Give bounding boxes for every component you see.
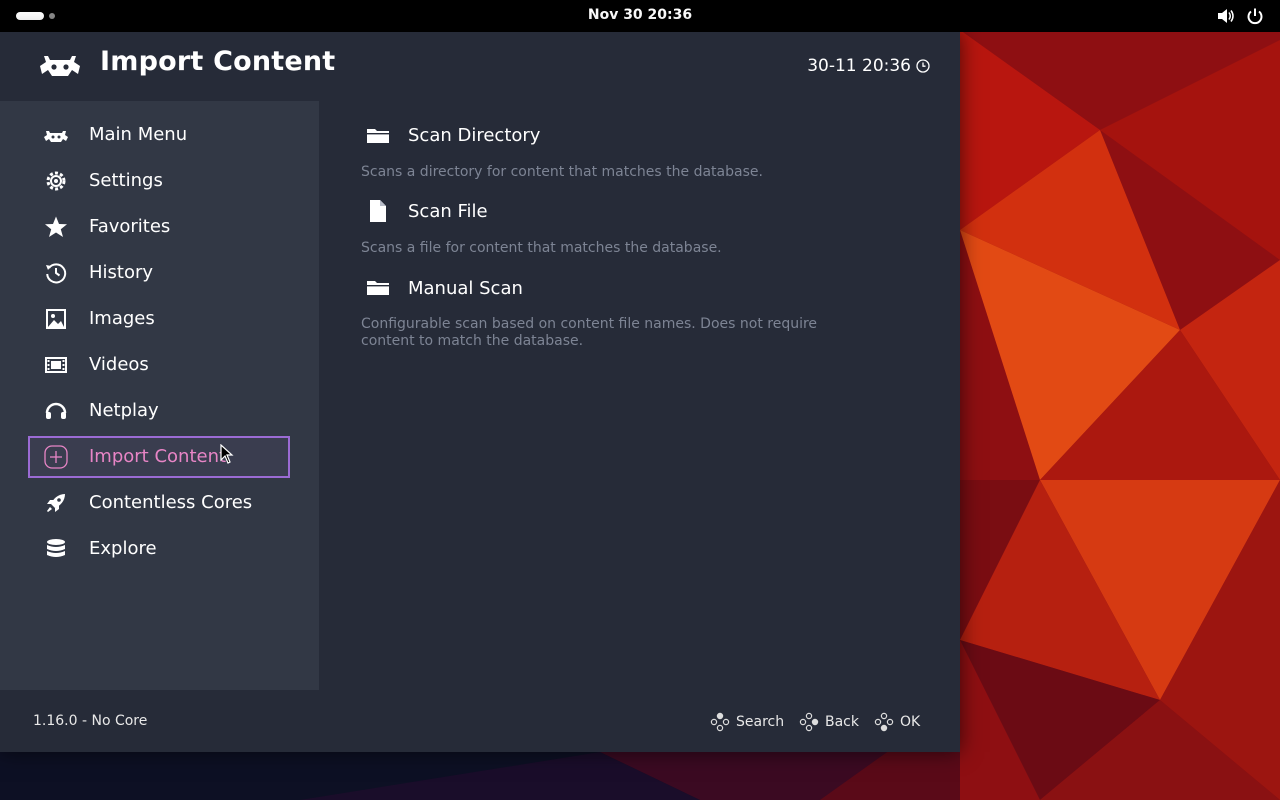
- folder-icon: [367, 281, 389, 295]
- main-content: Scan Directory Scans a directory for con…: [319, 101, 960, 690]
- sidebar-item-history[interactable]: History: [28, 252, 290, 294]
- rocket-icon: [47, 494, 65, 512]
- scan-directory-button[interactable]: Scan Directory: [408, 125, 540, 146]
- sidebar-item-label: Netplay: [89, 400, 159, 421]
- plus-circle-icon: [44, 445, 68, 469]
- sidebar: Main Menu Settings Favorites History Ima…: [0, 101, 319, 740]
- gear-icon: [46, 171, 66, 191]
- sidebar-item-favorites[interactable]: Favorites: [28, 206, 290, 248]
- scan-file-description: Scans a file for content that matches th…: [361, 240, 722, 256]
- datetime-text: 30-11 20:36: [807, 56, 911, 76]
- file-icon: [370, 200, 386, 222]
- version-label: 1.16.0 - No Core: [33, 713, 148, 729]
- scan-directory-description: Scans a directory for content that match…: [361, 164, 763, 180]
- retroarch-window: Import Content 30-11 20:36 Main Menu Set…: [0, 32, 960, 752]
- ok-hint[interactable]: OK: [874, 712, 920, 732]
- back-hint[interactable]: Back: [799, 712, 859, 732]
- header: Import Content 30-11 20:36: [0, 32, 960, 101]
- sidebar-item-contentless-cores[interactable]: Contentless Cores: [28, 482, 290, 524]
- sidebar-item-label: Favorites: [89, 216, 171, 237]
- footer: 1.16.0 - No Core Search Back OK: [0, 690, 960, 752]
- sidebar-item-label: Main Menu: [89, 124, 188, 145]
- datetime-display: 30-11 20:36: [807, 56, 930, 76]
- volume-icon[interactable]: [1217, 8, 1235, 24]
- manual-scan-description: Configurable scan based on content file …: [361, 316, 818, 349]
- invader-icon: [44, 131, 68, 142]
- retroarch-logo-icon: [40, 56, 80, 76]
- sidebar-item-settings[interactable]: Settings: [28, 160, 290, 202]
- sidebar-item-label: Images: [89, 308, 155, 329]
- sidebar-item-label: Videos: [89, 354, 149, 375]
- headset-icon: [45, 402, 67, 419]
- sidebar-item-label: Import Content: [89, 446, 227, 467]
- clock-icon: [916, 59, 930, 73]
- folder-icon: [367, 129, 389, 143]
- sidebar-item-explore[interactable]: Explore: [28, 528, 290, 570]
- sidebar-item-import-content[interactable]: Import Content: [28, 436, 290, 478]
- mouse-cursor-icon: [220, 444, 234, 464]
- ok-hint-label: OK: [900, 714, 921, 730]
- gamepad-buttons-icon: [799, 712, 819, 732]
- system-top-bar: Nov 30 20:36: [0, 0, 1280, 32]
- sidebar-item-label: Contentless Cores: [89, 492, 253, 513]
- power-icon[interactable]: [1246, 7, 1264, 25]
- back-hint-label: Back: [825, 714, 859, 730]
- manual-scan-button[interactable]: Manual Scan: [408, 278, 523, 299]
- sidebar-item-label: Settings: [89, 170, 163, 191]
- scan-file-button[interactable]: Scan File: [408, 201, 488, 222]
- database-icon: [47, 539, 65, 557]
- star-icon: [45, 216, 67, 237]
- gamepad-buttons-icon: [710, 712, 730, 732]
- history-icon: [46, 263, 67, 284]
- film-icon: [45, 357, 67, 373]
- sidebar-item-images[interactable]: Images: [28, 298, 290, 340]
- sidebar-item-label: Explore: [89, 538, 157, 559]
- gamepad-buttons-icon: [874, 712, 894, 732]
- search-hint-label: Search: [736, 714, 785, 730]
- sidebar-item-main-menu[interactable]: Main Menu: [28, 114, 290, 156]
- sidebar-item-netplay[interactable]: Netplay: [28, 390, 290, 432]
- search-hint[interactable]: Search: [710, 712, 784, 732]
- image-icon: [46, 309, 66, 329]
- system-clock[interactable]: Nov 30 20:36: [0, 7, 1280, 23]
- sidebar-item-videos[interactable]: Videos: [28, 344, 290, 386]
- sidebar-item-label: History: [89, 262, 154, 283]
- page-title: Import Content: [100, 46, 336, 77]
